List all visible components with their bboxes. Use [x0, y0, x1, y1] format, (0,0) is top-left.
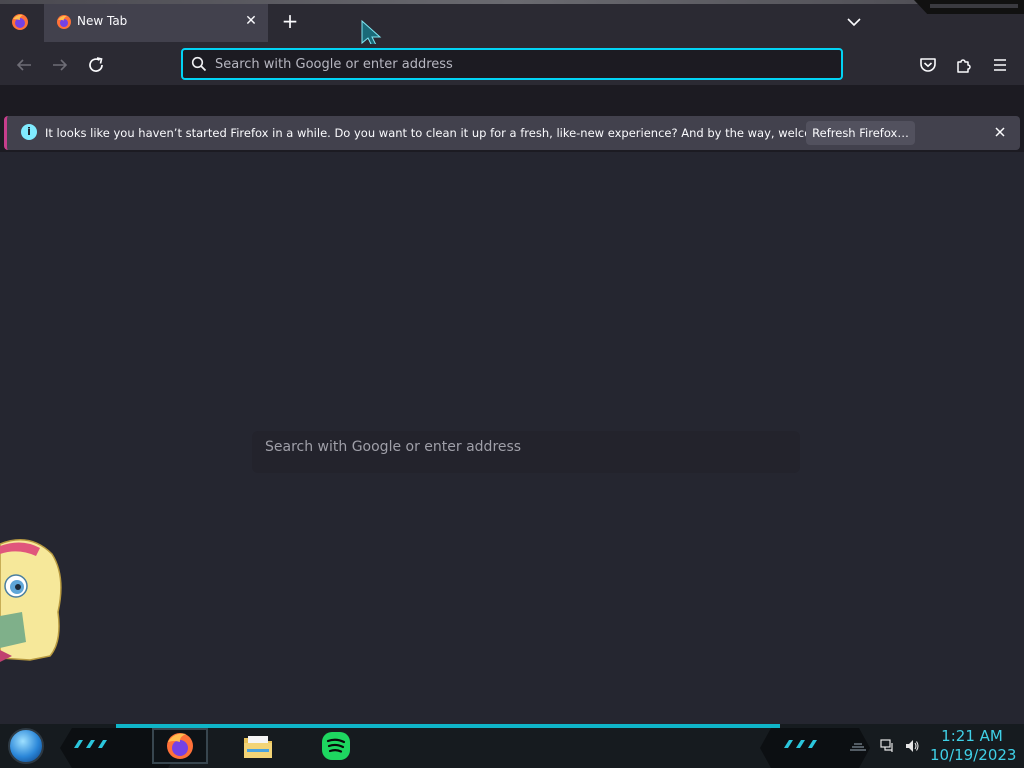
spotify-icon[interactable]: [320, 730, 352, 762]
taskbar-chevron-decoration-left: [74, 740, 107, 748]
tab-strip: New Tab ✕ +: [0, 0, 1024, 47]
taskbar: 1:21 AM 10/19/2023: [0, 724, 1024, 768]
taskbar-accent-strip: [116, 724, 780, 728]
forward-arrow-icon[interactable]: [48, 53, 72, 77]
taskbar-chevron-decoration-right: [784, 740, 817, 748]
new-tab-search-placeholder: Search with Google or enter address: [265, 439, 522, 455]
list-all-tabs-chevron-icon[interactable]: [842, 12, 866, 32]
address-bar[interactable]: [181, 48, 843, 80]
desktop-character-sticker: [0, 539, 62, 662]
file-explorer-icon[interactable]: [242, 730, 274, 762]
firefox-view-icon[interactable]: [10, 12, 30, 32]
close-icon[interactable]: [992, 124, 1008, 140]
clock-date: 10/19/2023: [930, 746, 1017, 764]
refresh-firefox-button[interactable]: Refresh Firefox…: [806, 121, 915, 145]
new-tab-page: Search with Google or enter address: [0, 152, 1024, 724]
hamburger-menu-icon[interactable]: [988, 53, 1012, 77]
address-input[interactable]: [215, 53, 815, 75]
back-arrow-icon[interactable]: [12, 53, 36, 77]
reload-icon[interactable]: [84, 53, 108, 77]
notification-message: It looks like you haven’t started Firefo…: [45, 126, 866, 140]
info-icon: i: [21, 124, 37, 140]
mouse-cursor-icon: [361, 19, 382, 47]
start-button[interactable]: [8, 728, 44, 764]
volume-icon[interactable]: [904, 738, 920, 754]
search-icon: [191, 56, 207, 72]
tab-title: New Tab: [77, 14, 128, 28]
new-tab-button[interactable]: +: [278, 10, 302, 34]
new-tab-search-box[interactable]: Search with Google or enter address: [252, 431, 800, 473]
window-corner-decoration: [914, 0, 1024, 14]
refresh-notification-bar: i It looks like you haven’t started Fire…: [4, 116, 1020, 150]
tab-new-tab[interactable]: New Tab ✕: [44, 4, 268, 42]
show-hidden-icons-icon[interactable]: [848, 738, 868, 754]
firefox-icon[interactable]: [164, 730, 196, 762]
tab-close-icon[interactable]: ✕: [242, 12, 260, 30]
screen: New Tab ✕ + Search with Google or enter …: [0, 0, 1024, 768]
navigation-toolbar: [0, 44, 1024, 86]
firefox-favicon-icon: [57, 15, 71, 29]
pocket-icon[interactable]: [916, 53, 940, 77]
clock-time: 1:21 AM: [941, 727, 1003, 745]
network-icon[interactable]: [880, 738, 896, 754]
extensions-puzzle-icon[interactable]: [952, 53, 976, 77]
system-clock[interactable]: 1:21 AM 10/19/2023: [930, 727, 1017, 765]
